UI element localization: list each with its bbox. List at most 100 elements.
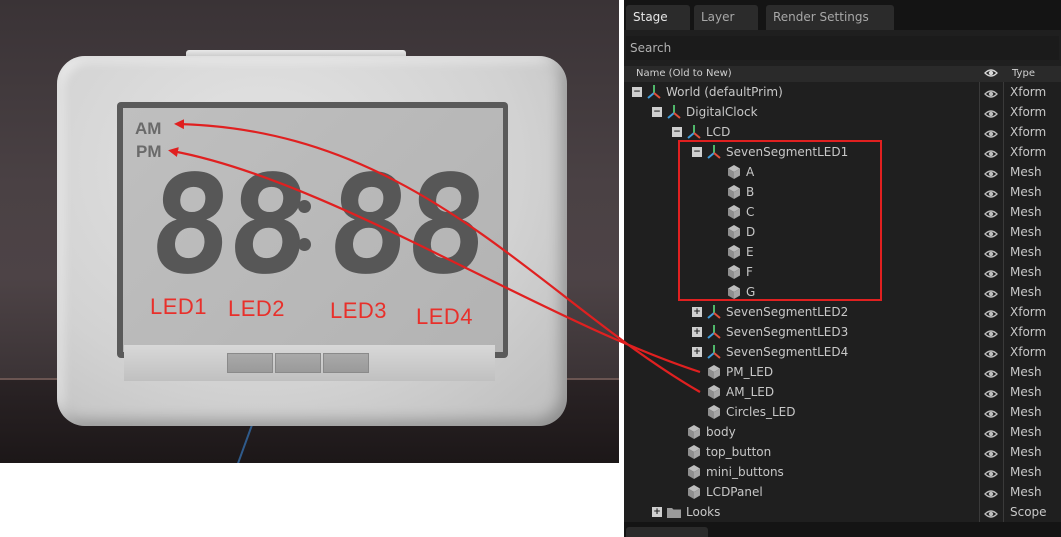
visibility-eye-icon[interactable] — [980, 162, 1002, 182]
tree-row[interactable]: top_button Mesh — [624, 442, 1061, 462]
prim-type-label: Mesh — [1010, 245, 1042, 259]
tree-row[interactable]: + SevenSegmentLED3 Xform — [624, 322, 1061, 342]
tree-row[interactable]: + SevenSegmentLED2 Xform — [624, 302, 1061, 322]
search-input[interactable]: Search — [626, 36, 1059, 60]
tree-row[interactable]: + Looks Scope — [624, 502, 1061, 522]
tree-row[interactable]: + SevenSegmentLED4 Xform — [624, 342, 1061, 362]
prim-type-label: Xform — [1010, 305, 1047, 319]
visibility-eye-icon[interactable] — [980, 282, 1002, 302]
visibility-eye-icon[interactable] — [980, 102, 1002, 122]
prim-type-label: Xform — [1010, 345, 1047, 359]
tree-name-cell[interactable]: − World (defaultPrim) — [624, 82, 979, 102]
prim-type-label: Mesh — [1010, 165, 1042, 179]
tree-row[interactable]: body Mesh — [624, 422, 1061, 442]
mini-button-2 — [275, 353, 321, 373]
prim-name-label: AM_LED — [726, 385, 775, 399]
tree-name-cell[interactable]: + Looks — [624, 502, 979, 522]
visibility-eye-icon[interactable] — [980, 122, 1002, 142]
bottom-panel-tab[interactable] — [626, 527, 708, 537]
prim-type-label: Mesh — [1010, 285, 1042, 299]
prim-type-label: Xform — [1010, 125, 1047, 139]
tree-name-cell[interactable]: PM_LED — [624, 362, 979, 382]
tree-row[interactable]: LCDPanel Mesh — [624, 482, 1061, 502]
tree-name-cell[interactable]: − LCD — [624, 122, 979, 142]
tree-name-cell[interactable]: − DigitalClock — [624, 102, 979, 122]
tree-row[interactable]: Circles_LED Mesh — [624, 402, 1061, 422]
tab-layer[interactable]: Layer — [694, 5, 758, 30]
visibility-eye-icon[interactable] — [980, 462, 1002, 482]
visibility-eye-icon[interactable] — [980, 222, 1002, 242]
prim-name-label: SevenSegmentLED4 — [726, 345, 849, 359]
visibility-eye-icon[interactable] — [980, 262, 1002, 282]
prim-name-label: PM_LED — [726, 365, 774, 379]
visibility-eye-icon[interactable] — [980, 482, 1002, 502]
xform-axes-icon — [706, 304, 722, 320]
prim-name-label: LCD — [706, 125, 731, 139]
visibility-eye-icon[interactable] — [980, 342, 1002, 362]
tree-row[interactable]: AM_LED Mesh — [624, 382, 1061, 402]
tree-row[interactable]: − DigitalClock Xform — [624, 102, 1061, 122]
collapse-toggle-icon[interactable]: − — [672, 127, 682, 137]
prim-type-label: Mesh — [1010, 205, 1042, 219]
visibility-eye-icon[interactable] — [980, 382, 1002, 402]
highlight-box — [678, 140, 882, 301]
xform-axes-icon — [706, 344, 722, 360]
column-header: Name (Old to New) Type — [624, 66, 1061, 82]
tab-render-settings[interactable]: Render Settings — [766, 5, 894, 30]
tree-name-cell[interactable]: + SevenSegmentLED3 — [624, 322, 979, 342]
lcd-digits-minutes: 88 — [322, 147, 490, 305]
tree-row[interactable]: − World (defaultPrim) Xform — [624, 82, 1061, 102]
mesh-cube-icon — [706, 404, 722, 420]
visibility-eye-icon[interactable] — [980, 302, 1002, 322]
visibility-eye-icon[interactable] — [980, 142, 1002, 162]
prim-name-label: body — [706, 425, 736, 439]
mesh-cube-icon — [686, 464, 702, 480]
prim-type-label: Mesh — [1010, 465, 1042, 479]
prim-name-label: World (defaultPrim) — [666, 85, 783, 99]
prim-type-label: Mesh — [1010, 185, 1042, 199]
visibility-eye-icon[interactable] — [980, 82, 1002, 102]
tree-name-cell[interactable]: mini_buttons — [624, 462, 979, 482]
mesh-cube-icon — [686, 424, 702, 440]
tree-name-cell[interactable]: Circles_LED — [624, 402, 979, 422]
expand-toggle-icon[interactable]: + — [692, 307, 702, 317]
tree-name-cell[interactable]: + SevenSegmentLED4 — [624, 342, 979, 362]
visibility-eye-icon[interactable] — [980, 362, 1002, 382]
led-label-2: LED2 — [228, 296, 286, 321]
prim-type-label: Mesh — [1010, 445, 1042, 459]
visibility-eye-icon[interactable] — [980, 422, 1002, 442]
column-type-header[interactable]: Type — [1012, 66, 1035, 82]
collapse-toggle-icon[interactable]: − — [632, 87, 642, 97]
prim-type-label: Xform — [1010, 325, 1047, 339]
visibility-eye-icon[interactable] — [980, 442, 1002, 462]
visibility-eye-icon[interactable] — [980, 402, 1002, 422]
tab-stage[interactable]: Stage — [626, 5, 690, 30]
expand-toggle-icon[interactable]: + — [692, 347, 702, 357]
tree-name-cell[interactable]: + SevenSegmentLED2 — [624, 302, 979, 322]
prim-name-label: top_button — [706, 445, 772, 459]
collapse-toggle-icon[interactable]: − — [652, 107, 662, 117]
xform-axes-icon — [686, 124, 702, 140]
tree-row[interactable]: − LCD Xform — [624, 122, 1061, 142]
tree-name-cell[interactable]: AM_LED — [624, 382, 979, 402]
tree-row[interactable]: PM_LED Mesh — [624, 362, 1061, 382]
visibility-eye-icon[interactable] — [980, 502, 1002, 522]
visibility-eye-icon[interactable] — [980, 182, 1002, 202]
tree-name-cell[interactable]: body — [624, 422, 979, 442]
prim-name-label: LCDPanel — [706, 485, 763, 499]
tree-row[interactable]: mini_buttons Mesh — [624, 462, 1061, 482]
tree-name-cell[interactable]: top_button — [624, 442, 979, 462]
expand-toggle-icon[interactable]: + — [652, 507, 662, 517]
visibility-eye-icon[interactable] — [980, 202, 1002, 222]
mesh-cube-icon — [686, 484, 702, 500]
viewport-3d[interactable]: AM PM 88 88 LED1 LED2 LED3 LED4 — [0, 0, 619, 463]
xform-axes-icon — [646, 84, 662, 100]
tree-name-cell[interactable]: LCDPanel — [624, 482, 979, 502]
visibility-eye-icon[interactable] — [980, 242, 1002, 262]
visibility-eye-icon[interactable] — [980, 322, 1002, 342]
expand-toggle-icon[interactable]: + — [692, 327, 702, 337]
led-label-1: LED1 — [150, 294, 208, 319]
folder-icon — [666, 504, 682, 520]
column-name-header[interactable]: Name (Old to New) — [636, 66, 732, 82]
mesh-cube-icon — [706, 364, 722, 380]
